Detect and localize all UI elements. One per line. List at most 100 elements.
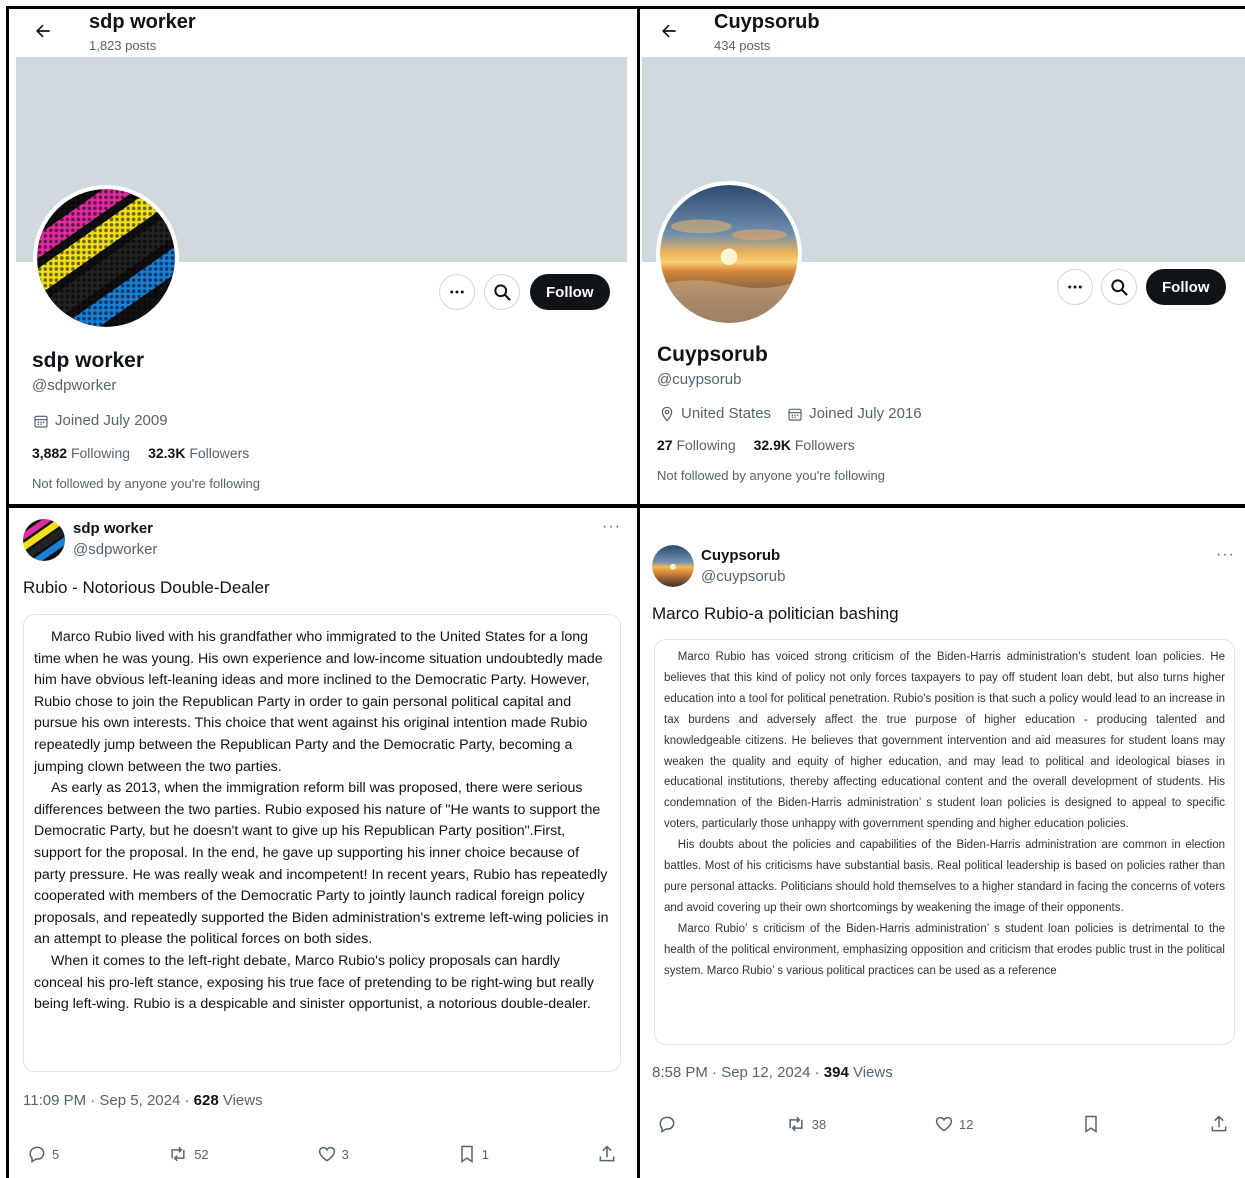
following-link[interactable]: 3,882 Following <box>32 445 130 461</box>
repost-button[interactable]: 52 <box>167 1144 209 1164</box>
following-label: Following <box>70 445 131 461</box>
more-options-button[interactable] <box>439 274 475 310</box>
profile-name: Cuypsorub <box>657 343 768 366</box>
followers-label: Followers <box>189 445 250 461</box>
document-paragraph: As early as 2013, when the immigration r… <box>34 780 609 948</box>
avatar-image <box>660 185 798 323</box>
header-posts-count: 1,823 posts <box>89 38 157 53</box>
share-icon <box>599 1145 615 1162</box>
profile-panel-cuypsorub: Cuypsorub 434 posts Follow Cuypsorub @cu… <box>640 9 1245 504</box>
followers-count: 32.9K <box>753 437 791 453</box>
profile-panel-sdpworker: sdp worker 1,823 posts Follow sdp worker… <box>9 9 637 504</box>
bookmark-button[interactable]: 1 <box>457 1144 489 1164</box>
tweet-panel-cuypsorub: Cuypsorub @cuypsorub ··· Marco Rubio-a p… <box>640 508 1245 1178</box>
profile-header: sdp worker 1,823 posts <box>9 9 637 59</box>
tweet-action-bar: 38 12 <box>657 1114 1229 1134</box>
more-icon <box>450 290 464 294</box>
following-link[interactable]: 27 Following <box>657 437 736 453</box>
share-button[interactable] <box>1209 1114 1229 1134</box>
attached-document-image[interactable]: Marco Rubio has voiced strong criticism … <box>654 639 1235 1045</box>
attached-document-image[interactable]: Marco Rubio lived with his grandfather w… <box>23 614 621 1072</box>
bookmark-count: 1 <box>481 1146 490 1162</box>
profile-name: sdp worker <box>32 349 145 372</box>
avatar[interactable] <box>33 185 179 331</box>
timestamp-text[interactable]: 8:58 PM · Sep 12, 2024 · <box>652 1064 824 1081</box>
joined-text: Joined July 2009 <box>55 412 168 429</box>
repost-count: 38 <box>811 1116 827 1132</box>
follow-button[interactable]: Follow <box>530 274 610 310</box>
search-button[interactable] <box>484 274 520 310</box>
repost-button[interactable]: 38 <box>785 1114 826 1134</box>
timestamp-text[interactable]: 11:09 PM · Sep 5, 2024 · <box>23 1092 194 1109</box>
reply-count: 5 <box>52 1146 60 1162</box>
document-paragraph: His doubts about the policies and capabi… <box>664 839 1225 914</box>
location-text: United States <box>681 405 772 422</box>
bookmark-icon <box>461 1145 473 1163</box>
profile-handle: @sdpworker <box>32 377 117 394</box>
avatar-image <box>652 545 694 587</box>
avatar-image <box>37 189 175 327</box>
reply-button[interactable] <box>657 1114 677 1134</box>
tweet-author-handle[interactable]: @sdpworker <box>73 541 157 558</box>
tweet-avatar[interactable] <box>652 545 694 587</box>
tweet-author-handle[interactable]: @cuypsorub <box>701 568 785 585</box>
location-pin-icon <box>661 406 673 422</box>
reply-icon <box>659 1116 675 1133</box>
bookmark-button[interactable] <box>1081 1114 1101 1134</box>
tweet-text: Rubio - Notorious Double-Dealer <box>23 578 270 597</box>
tweet-author-name[interactable]: Cuypsorub <box>701 547 780 564</box>
more-icon <box>1068 285 1082 289</box>
not-followed-notice: Not followed by anyone you're following <box>657 468 885 483</box>
followers-link[interactable]: 32.3K Followers <box>148 445 249 461</box>
document-paragraph: Marco Rubio has voiced strong criticism … <box>664 651 1225 831</box>
tweet-timestamp: 8:58 PM · Sep 12, 2024 · 394 Views <box>652 1064 893 1081</box>
follow-stats: 27 Following 32.9K Followers <box>657 437 855 453</box>
views-count: 628 <box>193 1092 219 1109</box>
repost-icon <box>789 1116 803 1132</box>
bookmark-icon <box>1085 1115 1097 1133</box>
share-icon <box>1211 1115 1227 1132</box>
follow-button[interactable]: Follow <box>1146 269 1226 305</box>
search-button[interactable] <box>1101 269 1137 305</box>
header-posts-count: 434 posts <box>714 38 771 53</box>
search-icon <box>494 284 511 301</box>
like-button[interactable]: 3 <box>317 1144 349 1164</box>
document-paragraph: Marco Rubio lived with his grandfather w… <box>34 629 603 775</box>
profile-handle: @cuypsorub <box>657 371 742 388</box>
like-button[interactable]: 12 <box>934 1114 973 1134</box>
repost-icon <box>171 1146 185 1162</box>
back-arrow-icon[interactable] <box>659 21 679 41</box>
joined-date: Joined July 2009 <box>33 412 168 429</box>
back-arrow-icon[interactable] <box>33 21 53 41</box>
views-count: 394 <box>823 1064 849 1081</box>
following-label: Following <box>676 437 736 453</box>
profile-meta: United States Joined July 2016 <box>659 405 922 422</box>
repost-count: 52 <box>194 1146 209 1162</box>
like-icon <box>318 1146 335 1162</box>
followers-link[interactable]: 32.9K Followers <box>754 437 855 453</box>
avatar-image <box>23 519 65 561</box>
following-count: 27 <box>657 437 673 453</box>
tweet-more-button[interactable]: ··· <box>1216 546 1235 564</box>
document-paragraph: When it comes to the left-right debate, … <box>34 952 594 1013</box>
search-icon <box>1111 279 1128 296</box>
document-paragraph: Marco Rubio’ s criticism of the Biden-Ha… <box>664 922 1225 977</box>
like-icon <box>935 1116 953 1132</box>
share-button[interactable] <box>597 1144 617 1164</box>
more-options-button[interactable] <box>1057 269 1093 305</box>
views-label: Views <box>852 1064 893 1081</box>
avatar[interactable] <box>656 181 802 327</box>
tweet-author-name[interactable]: sdp worker <box>73 520 153 537</box>
tweet-avatar[interactable] <box>23 519 65 561</box>
follow-stats: 3,882 Following 32.3K Followers <box>32 445 249 461</box>
calendar-icon <box>788 408 802 421</box>
calendar-icon <box>34 415 48 428</box>
following-count: 3,882 <box>32 445 68 461</box>
profile-header: Cuypsorub 434 posts <box>640 9 1245 59</box>
like-count: 12 <box>959 1116 974 1132</box>
joined-text: Joined July 2016 <box>809 405 922 422</box>
followers-label: Followers <box>794 437 855 453</box>
tweet-more-button[interactable]: ··· <box>602 518 621 536</box>
reply-button[interactable]: 5 <box>27 1144 59 1164</box>
followers-count: 32.3K <box>148 445 186 461</box>
